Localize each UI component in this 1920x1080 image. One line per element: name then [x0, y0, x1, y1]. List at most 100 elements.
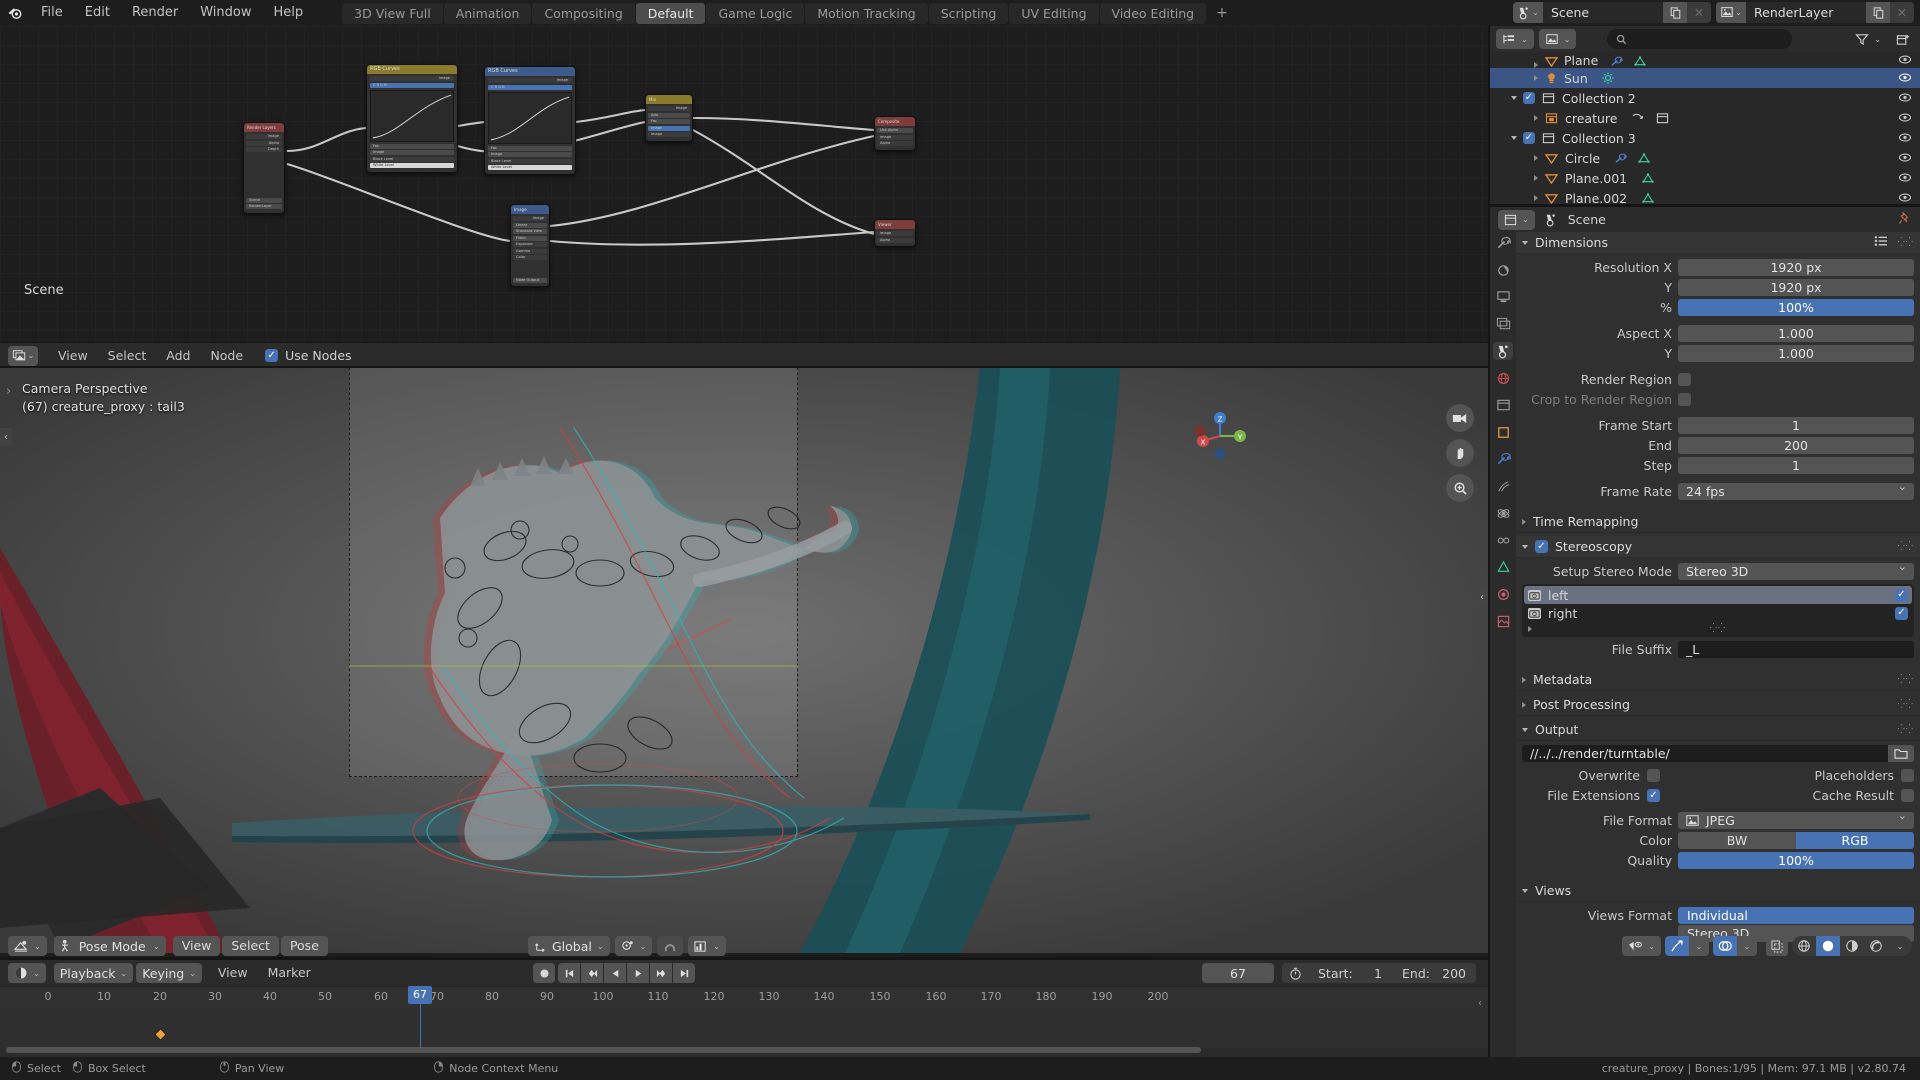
keying-dropdown[interactable]: Keying⌄	[136, 963, 202, 983]
zoom-magnifier-icon[interactable]	[1446, 474, 1474, 502]
add-workspace-button[interactable]: +	[1207, 5, 1237, 21]
tab-render[interactable]	[1493, 261, 1513, 279]
prop-value[interactable]: 1920 px	[1678, 259, 1914, 276]
outliner-row-collection-2[interactable]: ✓ Collection 2	[1490, 88, 1920, 108]
frame-start-field[interactable]: Start: 1	[1308, 963, 1392, 983]
navigation-gizmo[interactable]: Z Y X	[1192, 408, 1248, 464]
expand-triangle-icon[interactable]	[1534, 75, 1538, 81]
prop-aspect-x[interactable]: Aspect X 1.000	[1522, 324, 1914, 343]
node-image[interactable]: Image Image Linear Standard View Filmic …	[510, 204, 550, 287]
workspace-tab-scripting[interactable]: Scripting	[929, 3, 1009, 24]
tab-texture[interactable]	[1493, 612, 1513, 630]
visibility-eye-icon[interactable]	[1898, 53, 1912, 68]
jump-to-start-button[interactable]	[558, 963, 580, 983]
new-scene-button[interactable]	[1663, 2, 1687, 23]
prop-value[interactable]: 24 fps	[1678, 483, 1914, 500]
tab-view-layer[interactable]	[1493, 315, 1513, 333]
node-curve-widget[interactable]	[370, 90, 454, 142]
prop-file-format[interactable]: File Format JPEG	[1522, 811, 1914, 830]
viewlayer-name-field[interactable]: RenderLayer	[1746, 2, 1866, 23]
render-region-checkbox[interactable]	[1678, 373, 1691, 386]
outliner-row-sun[interactable]: Sun	[1490, 68, 1920, 88]
outliner-row-plane-001[interactable]: Plane.001	[1490, 168, 1920, 188]
panel-collapse-icon[interactable]	[1522, 889, 1528, 893]
play-reverse-button[interactable]	[604, 963, 626, 983]
tab-output[interactable]	[1493, 288, 1513, 306]
node-rgb-curves-1[interactable]: RGB Curves Image C R G B Fac Image Black…	[366, 64, 458, 173]
prop-aspect-y[interactable]: Y 1.000	[1522, 344, 1914, 363]
expand-triangle-icon[interactable]	[1534, 115, 1538, 121]
workspace-tab-default[interactable]: Default	[636, 3, 706, 24]
scene-selector[interactable]: ⌄ Scene ✕	[1513, 2, 1711, 23]
stereoscopy-checkbox[interactable]: ✓	[1535, 540, 1548, 553]
folder-browse-icon[interactable]	[1888, 745, 1914, 762]
tab-modifier[interactable]	[1493, 450, 1513, 468]
node-rgb-curves-2[interactable]: RGB Curves Image C R G B Fac Image Black…	[484, 66, 576, 175]
panel-post-processing-header[interactable]: Post Processing ⁛⁛	[1516, 694, 1920, 716]
stopwatch-icon[interactable]	[1282, 963, 1308, 983]
node-menu-view[interactable]: View	[48, 346, 98, 366]
menu-help[interactable]: Help	[263, 0, 315, 26]
shading-solid-button[interactable]	[1816, 936, 1840, 956]
collection-checkbox[interactable]: ✓	[1523, 132, 1535, 144]
prop-setup-stereo-mode[interactable]: Setup Stereo Mode Stereo 3D	[1522, 562, 1914, 581]
panel-drag-handle-icon[interactable]: ⁛⁛	[1898, 725, 1914, 735]
stereo-view-enabled-checkbox[interactable]: ✓	[1895, 607, 1908, 620]
outliner-row-collection-3[interactable]: ✓ Collection 3	[1490, 128, 1920, 148]
panel-expand-icon[interactable]	[1522, 519, 1526, 525]
panel-drag-handle-icon[interactable]: ⁛⁛	[1898, 542, 1914, 552]
node-viewer[interactable]: Viewer Image Alpha	[874, 219, 916, 247]
pin-icon[interactable]	[1898, 211, 1912, 228]
viewlayer-selector[interactable]: ⌄ RenderLayer ✕	[1716, 2, 1914, 23]
visibility-eye-icon[interactable]	[1898, 151, 1912, 166]
tab-constraints[interactable]	[1493, 531, 1513, 549]
tab-object[interactable]	[1493, 423, 1513, 441]
visibility-eye-icon[interactable]	[1898, 171, 1912, 186]
tab-scene[interactable]	[1493, 342, 1513, 360]
panel-drag-handle-icon[interactable]: ⁛⁛	[1898, 700, 1914, 710]
outliner-display-mode-icon[interactable]: ⌄	[1496, 29, 1534, 49]
color-rgb-button[interactable]: RGB	[1796, 832, 1914, 849]
overlays-dropdown[interactable]: ⌄	[1737, 936, 1757, 956]
scene-name-field[interactable]: Scene	[1543, 2, 1663, 23]
tab-world[interactable]	[1493, 369, 1513, 387]
viewport-menu-select[interactable]: Select	[222, 936, 279, 956]
panel-drag-handle-icon[interactable]: ⁛⁛	[1898, 238, 1914, 248]
sidebar-toggle-right[interactable]: ‹	[1476, 588, 1488, 606]
workspace-tab-video-editing[interactable]: Video Editing	[1100, 3, 1207, 24]
overlays-icon[interactable]	[1713, 936, 1737, 956]
color-bw-button[interactable]: BW	[1678, 832, 1796, 849]
panel-expand-icon[interactable]	[1522, 677, 1526, 683]
stereo-view-left[interactable]: left ✓	[1524, 586, 1912, 604]
timeline-menu-marker[interactable]: Marker	[258, 963, 321, 983]
preset-list-icon[interactable]	[1874, 235, 1888, 250]
remove-scene-button[interactable]: ✕	[1687, 2, 1711, 23]
workspace-tab-animation[interactable]: Animation	[444, 3, 532, 24]
workspace-tab-motion-tracking[interactable]: Motion Tracking	[805, 3, 927, 24]
prop-value[interactable]: 1	[1678, 417, 1914, 434]
visibility-eye-icon[interactable]	[1898, 111, 1912, 126]
shading-rendered-button[interactable]	[1864, 936, 1888, 956]
play-button[interactable]	[627, 963, 649, 983]
views-format-individual-button[interactable]: Individual	[1678, 907, 1914, 924]
prop-frame-step[interactable]: Step 1	[1522, 456, 1914, 475]
tab-material[interactable]	[1493, 585, 1513, 603]
prop-resolution-y[interactable]: Y 1920 px	[1522, 278, 1914, 297]
pivot-point-icon[interactable]: ⌄	[615, 936, 653, 956]
prev-keyframe-button[interactable]	[581, 963, 603, 983]
prop-value[interactable]: 1.000	[1678, 345, 1914, 362]
node-viewport-separator[interactable]	[0, 366, 1488, 368]
prop-value[interactable]: _L	[1678, 641, 1914, 658]
panel-stereoscopy-header[interactable]: ✓ Stereoscopy ⁛⁛	[1516, 536, 1920, 558]
timeline-editor-icon[interactable]: ⌄	[8, 963, 46, 983]
panel-collapse-icon[interactable]	[1522, 728, 1528, 732]
prop-value[interactable]: 100%	[1678, 299, 1914, 316]
transform-orientation-dropdown[interactable]: Global ⌄	[528, 936, 610, 956]
current-frame-field[interactable]: 67	[1202, 963, 1274, 983]
prop-frame-rate[interactable]: Frame Rate 24 fps	[1522, 482, 1914, 501]
next-keyframe-button[interactable]	[650, 963, 672, 983]
viewport-menu-pose[interactable]: Pose	[281, 936, 328, 956]
renderlayer-icon[interactable]: ⌄	[1716, 2, 1746, 23]
visibility-eye-icon[interactable]	[1898, 71, 1912, 86]
node-curve-widget[interactable]	[488, 92, 572, 144]
